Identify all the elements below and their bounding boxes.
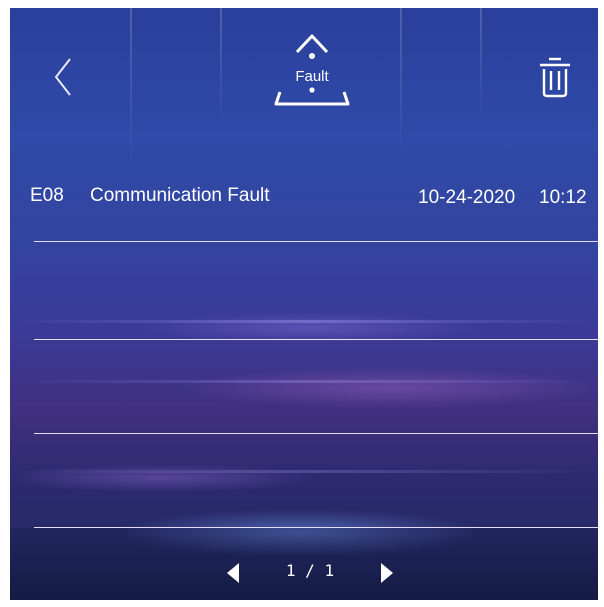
back-button[interactable] xyxy=(50,55,78,99)
next-page-button[interactable] xyxy=(380,562,394,584)
page-title: Fault xyxy=(295,68,329,85)
background-light-ray xyxy=(400,8,402,158)
background-light-ray xyxy=(480,8,482,118)
delete-button[interactable] xyxy=(537,56,573,98)
fault-code: E08 xyxy=(30,185,64,206)
fault-time: 10:12 xyxy=(539,187,587,208)
fault-screen: Fault E08 Communication Fault 10-24-2020… xyxy=(10,8,598,600)
page-indicator: 1 / 1 xyxy=(285,561,335,580)
chevron-left-icon xyxy=(54,58,71,96)
row-divider xyxy=(34,433,598,434)
fault-description: Communication Fault xyxy=(90,185,270,206)
fault-date: 10-24-2020 xyxy=(418,187,516,208)
trash-icon xyxy=(540,57,570,98)
background-light-ray xyxy=(220,8,222,128)
background-glow-streak xyxy=(10,320,598,323)
triangle-left-icon xyxy=(227,563,239,583)
background-glow-streak xyxy=(10,470,598,473)
row-divider xyxy=(34,339,598,340)
row-divider xyxy=(34,241,598,242)
triangle-right-icon xyxy=(381,563,393,583)
background-light-ray xyxy=(130,8,132,168)
background-glow-streak xyxy=(10,380,598,383)
prev-page-button[interactable] xyxy=(226,562,240,584)
